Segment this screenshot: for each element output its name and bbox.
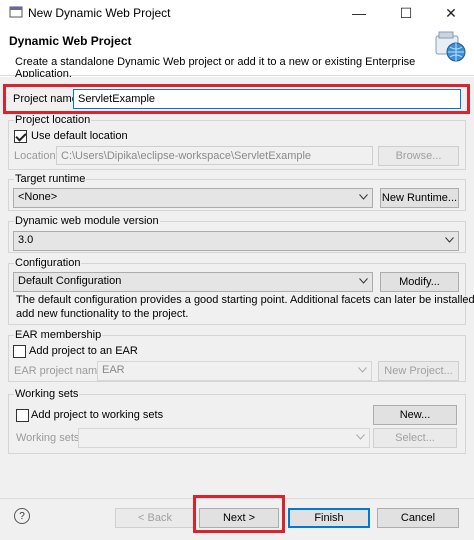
project-name-input[interactable]: [73, 89, 461, 109]
working-sets-field-label: Working sets:: [16, 432, 83, 444]
eclipse-app-icon: [9, 6, 23, 18]
finish-button[interactable]: Finish: [288, 508, 370, 528]
title-bar: New Dynamic Web Project — ☐ ✕: [0, 0, 474, 26]
ear-membership-label: EAR membership: [14, 329, 103, 341]
ear-project-name-value: EAR: [102, 364, 125, 376]
browse-button[interactable]: Browse...: [378, 146, 459, 166]
add-to-ear-checkbox[interactable]: [13, 345, 26, 358]
chevron-down-icon: [356, 434, 365, 440]
configuration-label: Configuration: [14, 257, 82, 269]
help-icon[interactable]: ?: [14, 508, 30, 524]
chevron-down-icon: [445, 237, 454, 243]
chevron-down-icon: [359, 194, 368, 200]
wizard-header: Dynamic Web Project Create a standalone …: [0, 26, 474, 80]
working-sets-select[interactable]: [78, 428, 370, 448]
use-default-location-label: Use default location: [31, 130, 128, 142]
module-version-select[interactable]: 3.0: [13, 231, 459, 251]
target-runtime-select[interactable]: <None>: [13, 188, 373, 208]
location-label: Location:: [14, 150, 59, 162]
maximize-button[interactable]: ☐: [383, 0, 429, 26]
cancel-button[interactable]: Cancel: [377, 508, 459, 528]
window-title: New Dynamic Web Project: [28, 6, 171, 20]
use-default-location-checkbox[interactable]: [14, 130, 27, 143]
add-to-working-sets-checkbox[interactable]: [16, 409, 29, 422]
minimize-button[interactable]: —: [336, 0, 382, 26]
add-to-ear-label: Add project to an EAR: [29, 345, 138, 357]
new-working-set-button[interactable]: New...: [373, 405, 457, 425]
module-version-value: 3.0: [18, 234, 34, 246]
modify-button[interactable]: Modify...: [380, 272, 459, 292]
module-version-label: Dynamic web module version: [14, 215, 160, 227]
ear-project-name-select[interactable]: EAR: [97, 361, 372, 381]
chevron-down-icon: [358, 367, 367, 373]
new-runtime-button[interactable]: New Runtime...: [380, 188, 459, 208]
select-working-sets-button[interactable]: Select...: [373, 428, 457, 448]
configuration-description-line1: The default configuration provides a goo…: [16, 294, 474, 306]
configuration-description-line2: add new functionality to the project.: [16, 308, 189, 320]
chevron-down-icon: [359, 278, 368, 284]
working-sets-label: Working sets: [14, 388, 80, 400]
next-button[interactable]: Next >: [199, 508, 279, 528]
configuration-select[interactable]: Default Configuration: [13, 272, 373, 292]
new-ear-project-button[interactable]: New Project...: [378, 361, 459, 381]
location-input[interactable]: [56, 146, 373, 165]
configuration-value: Default Configuration: [18, 275, 122, 287]
back-button[interactable]: < Back: [115, 508, 195, 528]
page-title: Dynamic Web Project: [9, 34, 132, 48]
close-button[interactable]: ✕: [428, 0, 474, 26]
project-name-label: Project name:: [13, 93, 81, 105]
ear-project-name-label: EAR project name:: [14, 365, 107, 377]
web-project-wizard-icon: [435, 31, 466, 62]
add-to-working-sets-label: Add project to working sets: [31, 409, 164, 421]
target-runtime-value: <None>: [18, 191, 58, 203]
target-runtime-label: Target runtime: [14, 173, 87, 185]
project-location-label: Project location: [14, 114, 92, 126]
